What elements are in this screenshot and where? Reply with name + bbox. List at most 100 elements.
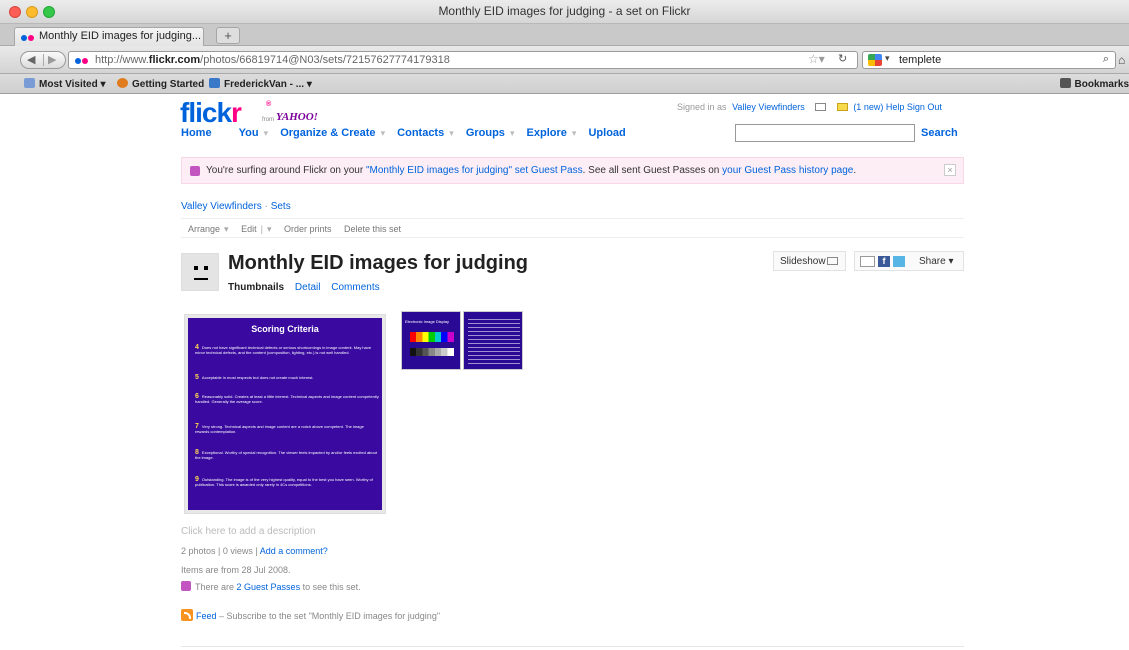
nav-groups[interactable]: Groups bbox=[466, 127, 505, 139]
bookmark-frederickvan[interactable]: FrederickVan - ... ▾ bbox=[209, 78, 312, 90]
email-share-icon[interactable] bbox=[860, 256, 875, 267]
feed-subscribe: Feed – Subscribe to the set "Monthly EID… bbox=[181, 609, 440, 621]
bookmarks-toolbar: Most Visited ▾ Getting Started Frederick… bbox=[0, 74, 1129, 94]
browser-search-value: templete bbox=[899, 54, 942, 66]
chevron-down-icon[interactable]: ▾ bbox=[885, 53, 890, 64]
guest-pass-history-link[interactable]: your Guest Pass history page bbox=[722, 165, 853, 176]
cart-icon[interactable] bbox=[815, 103, 827, 111]
flickr-favicon-icon bbox=[21, 35, 35, 41]
breadcrumb-sets[interactable]: Sets bbox=[271, 201, 291, 212]
tab-bar: Monthly EID images for judging... + bbox=[0, 24, 1129, 46]
tab-comments[interactable]: Comments bbox=[331, 282, 379, 293]
share-controls: f Share ▾ bbox=[854, 251, 964, 271]
photo-thumbnail-text-page[interactable] bbox=[463, 311, 523, 370]
tab-flickr-set[interactable]: Monthly EID images for judging... bbox=[14, 27, 204, 46]
tab-label: Monthly EID images for judging... bbox=[39, 30, 202, 42]
back-forward-buttons: ◀ ▶ bbox=[20, 51, 66, 69]
folder-icon bbox=[24, 78, 35, 88]
search-button[interactable]: Search bbox=[921, 127, 958, 139]
thumbnail-title: Scoring Criteria bbox=[251, 324, 319, 334]
bookmark-getting-started[interactable]: Getting Started bbox=[117, 78, 204, 90]
flickr-logo[interactable]: flickr ® from YAHOO! bbox=[180, 97, 318, 129]
navigation-toolbar: ◀ ▶ http://www.flickr.com/photos/6681971… bbox=[0, 46, 1129, 74]
bookmark-most-visited[interactable]: Most Visited ▾ bbox=[24, 78, 106, 90]
url-bar[interactable]: http://www.flickr.com/photos/66819714@N0… bbox=[68, 51, 858, 69]
criteria-item: 5 Acceptable in most respects but does no… bbox=[195, 374, 314, 381]
feed-link[interactable]: Feed bbox=[196, 611, 217, 621]
criteria-item: 9 Outstanding. The image is of the very h… bbox=[195, 476, 373, 487]
criteria-item: 8 Exceptional. Worthy of special recognit… bbox=[195, 449, 377, 460]
forward-icon[interactable]: ▶ bbox=[48, 53, 56, 66]
browser-search-field[interactable]: ▾ templete ⌕ bbox=[862, 51, 1116, 69]
guest-passes-link[interactable]: 2 Guest Passes bbox=[237, 582, 301, 592]
close-icon[interactable]: × bbox=[944, 164, 956, 176]
url-path: /photos/66819714@N03/sets/72157627774179… bbox=[200, 54, 450, 66]
home-icon[interactable]: ⌂ bbox=[1118, 53, 1125, 67]
nav-contacts[interactable]: Contacts bbox=[397, 127, 444, 139]
delete-set-link[interactable]: Delete this set bbox=[344, 224, 401, 234]
chevron-down-icon[interactable]: ▾ bbox=[267, 224, 272, 234]
twitter-icon[interactable] bbox=[893, 256, 905, 267]
add-description-link[interactable]: Click here to add a description bbox=[181, 526, 316, 537]
divider bbox=[181, 646, 964, 647]
firefox-icon bbox=[117, 78, 128, 88]
site-identity-icon bbox=[75, 58, 89, 64]
order-prints-link[interactable]: Order prints bbox=[284, 224, 332, 234]
nav-home[interactable]: Home bbox=[181, 127, 212, 139]
back-icon[interactable]: ◀ bbox=[27, 53, 35, 66]
chevron-down-icon[interactable]: ▾ bbox=[264, 128, 269, 138]
search-icon[interactable]: ⌕ bbox=[1103, 53, 1109, 66]
new-mail-link[interactable]: (1 new) bbox=[853, 102, 883, 112]
page-title: Monthly EID images for judging bbox=[228, 252, 528, 274]
add-comment-link[interactable]: Add a comment? bbox=[260, 546, 328, 556]
set-actions-bar: Arrange ▾ Edit | ▾ Order prints Delete this… bbox=[181, 218, 964, 238]
nav-explore[interactable]: Explore bbox=[527, 127, 567, 139]
signed-in-user-link[interactable]: Valley Viewfinders bbox=[732, 102, 805, 112]
url-prefix: http://www. bbox=[95, 54, 149, 66]
new-tab-button[interactable]: + bbox=[216, 27, 240, 44]
rss-feed-icon[interactable] bbox=[181, 609, 193, 621]
chevron-down-icon[interactable]: ▾ bbox=[224, 224, 229, 234]
chevron-down-icon[interactable]: ▾ bbox=[449, 128, 454, 138]
guest-pass-note: There are 2 Guest Passes to see this set… bbox=[181, 581, 361, 592]
grey-bars bbox=[410, 348, 454, 356]
mail-icon[interactable] bbox=[836, 103, 848, 111]
criteria-item: 7 Very strong. Technical aspects and imag… bbox=[195, 423, 364, 434]
criteria-item: 6 Reasonably solid. Creates at least a li… bbox=[195, 393, 379, 404]
nav-upload[interactable]: Upload bbox=[588, 127, 625, 139]
view-tabs: Thumbnails Detail Comments bbox=[228, 282, 388, 293]
chevron-down-icon[interactable]: ▾ bbox=[572, 128, 577, 138]
tab-thumbnails[interactable]: Thumbnails bbox=[228, 282, 284, 293]
arrange-menu[interactable]: Arrange bbox=[188, 224, 220, 234]
monitor-icon bbox=[827, 257, 838, 265]
chevron-down-icon[interactable]: ▾ bbox=[510, 128, 515, 138]
photo-thumbnail-display-chart[interactable]: Electronic Image Display bbox=[401, 311, 461, 370]
window-titlebar: Monthly EID images for judging - a set o… bbox=[0, 0, 1129, 24]
guest-pass-set-link[interactable]: "Monthly EID images for judging" set Gue… bbox=[366, 165, 583, 176]
items-date: Items are from 28 Jul 2008. bbox=[181, 565, 291, 575]
breadcrumb-user[interactable]: Valley Viewfinders bbox=[181, 201, 262, 212]
slideshow-button[interactable]: Slideshow bbox=[773, 251, 846, 271]
bookmarks-menu[interactable]: Bookmarks bbox=[1059, 78, 1129, 90]
photo-thumbnail-scoring-criteria[interactable]: Scoring Criteria 4 Does not have signific… bbox=[184, 314, 386, 514]
flickr-search-input[interactable] bbox=[735, 124, 915, 142]
chevron-down-icon[interactable]: ▾ bbox=[381, 128, 386, 138]
guest-pass-icon bbox=[181, 581, 191, 591]
edit-menu[interactable]: Edit bbox=[241, 224, 257, 234]
google-icon[interactable] bbox=[868, 54, 882, 66]
site-icon bbox=[209, 78, 220, 88]
nav-you[interactable]: You bbox=[239, 127, 259, 139]
help-link[interactable]: Help bbox=[886, 102, 905, 112]
guest-pass-icon bbox=[190, 166, 200, 176]
main-navigation: Home You ▾ Organize & Create ▾ Contacts ▾ G… bbox=[181, 127, 626, 139]
share-button[interactable]: Share ▾ bbox=[919, 256, 953, 267]
sign-out-link[interactable]: Sign Out bbox=[907, 102, 942, 112]
facebook-icon[interactable]: f bbox=[878, 256, 890, 267]
tab-detail[interactable]: Detail bbox=[295, 282, 321, 293]
avatar[interactable] bbox=[181, 253, 219, 291]
nav-organize-create[interactable]: Organize & Create bbox=[280, 127, 375, 139]
bookmarks-icon bbox=[1059, 78, 1071, 88]
yahoo-logo: YAHOO! bbox=[276, 111, 318, 123]
bookmark-star-icon[interactable]: ☆▾ bbox=[808, 52, 825, 66]
reload-icon[interactable]: ↻ bbox=[838, 52, 847, 65]
